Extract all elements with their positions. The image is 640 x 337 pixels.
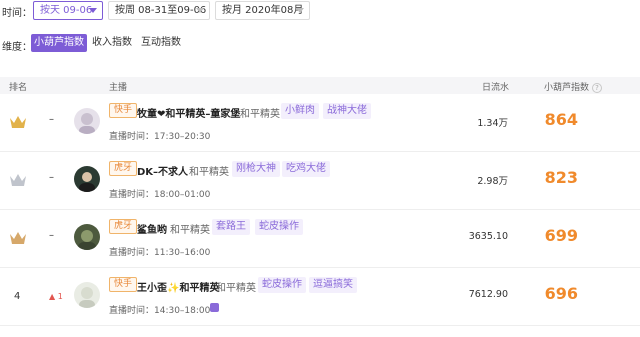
week-select[interactable]: 按周 08-31至09-06 bbox=[108, 1, 210, 20]
anchor-name[interactable]: 鲨鱼哟 bbox=[137, 221, 167, 236]
anchor-tag: 套路王 bbox=[212, 219, 250, 235]
table-row[interactable]: – 快手 牧童❤和平精英–童家堡 和平精英 小鲜肉 战神大佬 直播时间：17:3… bbox=[0, 94, 640, 152]
table-row[interactable]: – 虎牙 DK–不求人 和平精英 刚枪大神 吃鸡大佬 直播时间：18:00–01… bbox=[0, 152, 640, 210]
dimension-income-index[interactable]: 收入指数 bbox=[89, 34, 135, 52]
day-select[interactable]: 按天 09-06 bbox=[33, 1, 103, 20]
header-index-label: 小葫芦指数 bbox=[544, 83, 590, 93]
anchor-tag: 蛇皮操作 bbox=[258, 277, 306, 293]
header-index: 小葫芦指数? bbox=[544, 80, 603, 93]
anchor-game: 和平精英 bbox=[216, 283, 256, 294]
anchor-game: 和平精英 bbox=[189, 167, 229, 178]
xiaohulu-index: 696 bbox=[544, 284, 578, 303]
crown-silver-icon bbox=[10, 174, 26, 186]
anchor-name[interactable]: 王小歪✨和平精英 bbox=[137, 279, 219, 294]
live-time: 直播时间：11:30–16:00 bbox=[109, 248, 211, 258]
live-platform-icon bbox=[210, 303, 219, 312]
xiaohulu-index: 823 bbox=[544, 168, 578, 187]
live-time: 直播时间：18:00–01:00 bbox=[109, 190, 211, 200]
header-anchor: 主播 bbox=[109, 83, 128, 93]
avatar[interactable] bbox=[74, 282, 100, 308]
help-icon[interactable]: ? bbox=[592, 82, 603, 93]
avatar[interactable] bbox=[74, 166, 100, 192]
anchor-game: 和平精英 bbox=[170, 225, 210, 236]
rank-change: – bbox=[49, 172, 54, 183]
time-filter-label: 时间： bbox=[2, 8, 32, 19]
anchor-name[interactable]: 牧童❤和平精英–童家堡 bbox=[137, 105, 240, 120]
daily-flow: 2.98万 bbox=[477, 176, 508, 187]
month-select[interactable]: 按月 2020年08月 bbox=[215, 1, 310, 20]
rank-change: – bbox=[49, 114, 54, 125]
anchor-tag: 战神大佬 bbox=[323, 103, 371, 119]
crown-bronze-icon bbox=[10, 232, 26, 244]
anchor-tag: 刚枪大神 bbox=[232, 161, 280, 177]
table-row[interactable]: – 虎牙 鲨鱼哟 和平精英 套路王 蛇皮操作 直播时间：11:30–16:00 … bbox=[0, 210, 640, 268]
rank-number: 4 bbox=[14, 291, 21, 302]
month-select-value: 按月 2020年08月 bbox=[222, 5, 304, 16]
platform-badge: 快手 bbox=[109, 103, 138, 118]
week-select-value: 按周 08-31至09-06 bbox=[115, 5, 207, 16]
anchor-game: 和平精英 bbox=[240, 109, 280, 120]
day-select-value: 按天 09-06 bbox=[40, 5, 93, 16]
dimension-label: 维度： bbox=[2, 42, 32, 53]
chevron-down-icon bbox=[296, 8, 304, 13]
anchor-name[interactable]: DK–不求人 bbox=[137, 163, 188, 178]
live-time: 直播时间：14:30–18:00 bbox=[109, 306, 211, 316]
anchor-tag: 逗逼搞笑 bbox=[309, 277, 357, 293]
table-row[interactable]: 4 ▲ 1 快手 王小歪✨和平精英 和平精英 蛇皮操作 逗逼搞笑 直播时间：14… bbox=[0, 268, 640, 326]
daily-flow: 3635.10 bbox=[468, 231, 508, 242]
anchor-tag: 蛇皮操作 bbox=[255, 219, 303, 235]
dimension-interaction-index[interactable]: 互动指数 bbox=[138, 34, 184, 52]
xiaohulu-index: 699 bbox=[544, 226, 578, 245]
platform-badge: 虎牙 bbox=[109, 161, 138, 176]
chevron-down-icon bbox=[89, 8, 97, 13]
dimension-xiaohulu-index[interactable]: 小葫芦指数 bbox=[31, 34, 87, 52]
rank-change: – bbox=[49, 230, 54, 241]
anchor-tag: 小鲜肉 bbox=[281, 103, 319, 119]
avatar[interactable] bbox=[74, 224, 100, 250]
platform-badge: 虎牙 bbox=[109, 219, 138, 234]
arrow-up-icon: ▲ bbox=[49, 292, 56, 301]
table-header: 排名 主播 日流水 小葫芦指数? bbox=[0, 77, 640, 94]
header-rank: 排名 bbox=[9, 83, 28, 93]
rank-change: ▲ 1 bbox=[49, 292, 63, 301]
rank-change-value: 1 bbox=[57, 292, 63, 301]
daily-flow: 1.34万 bbox=[477, 118, 508, 129]
live-time: 直播时间：17:30–20:30 bbox=[109, 132, 211, 142]
xiaohulu-index: 864 bbox=[544, 110, 578, 129]
anchor-tag: 吃鸡大佬 bbox=[282, 161, 330, 177]
daily-flow: 7612.90 bbox=[468, 289, 508, 300]
crown-gold-icon bbox=[10, 116, 26, 128]
header-flow: 日流水 bbox=[482, 83, 510, 93]
chevron-down-icon bbox=[196, 8, 204, 13]
avatar[interactable] bbox=[74, 108, 100, 134]
platform-badge: 快手 bbox=[109, 277, 138, 292]
